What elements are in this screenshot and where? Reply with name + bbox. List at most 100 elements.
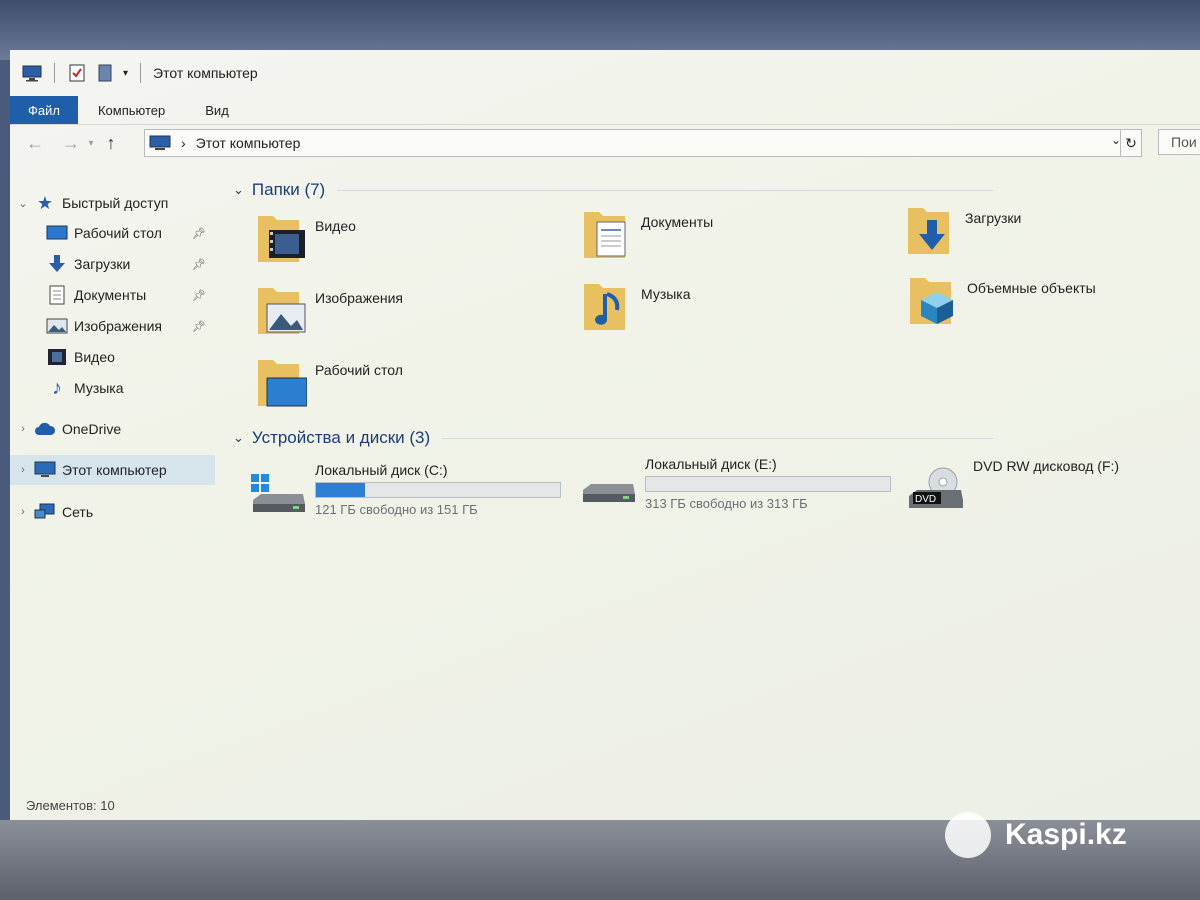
quick-access-toolbar: ▾ [22, 63, 145, 83]
drive-free-space: 121 ГБ свободно из 151 ГБ [315, 502, 478, 517]
drive-usage-bar [645, 476, 891, 492]
computer-icon [34, 461, 56, 479]
nav-label: Рабочий стол [74, 225, 162, 241]
folders-group-header[interactable]: ⌄ Папки (7) [233, 180, 993, 200]
star-icon: ★ [36, 192, 54, 213]
nav-item-videos[interactable]: Видео [10, 342, 215, 372]
downloads-icon [46, 255, 68, 273]
nav-label: Изображения [74, 318, 162, 334]
title-bar: ▾ Этот компьютер [10, 50, 1200, 96]
computer-icon[interactable] [22, 64, 42, 82]
nav-this-pc[interactable]: › Этот компьютер [10, 455, 215, 485]
toolbar-separator [54, 63, 55, 83]
nav-label: OneDrive [62, 421, 122, 437]
folder-music[interactable]: Музыка [581, 280, 691, 334]
expand-chevron-icon[interactable]: › [16, 423, 30, 435]
folder-3d-objects[interactable]: Объемные объекты [907, 274, 1096, 328]
pin-icon[interactable]: 📌︎ [192, 227, 206, 240]
nav-item-downloads[interactable]: Загрузки 📌︎ [10, 249, 215, 279]
refresh-icon[interactable]: ↻ [1120, 130, 1141, 156]
dvd-drive-icon [909, 467, 963, 508]
toolbar-separator [140, 63, 142, 83]
collapse-chevron-icon[interactable]: ⌄ [233, 430, 244, 446]
folder-label: Изображения [315, 290, 403, 306]
back-button[interactable]: ← [22, 130, 48, 156]
nav-network[interactable]: › Сеть [10, 497, 215, 527]
3d-objects-folder-icon [910, 278, 953, 324]
search-input[interactable]: Пои [1158, 129, 1200, 155]
expand-chevron-icon[interactable]: › [16, 464, 30, 476]
expand-chevron-icon[interactable]: › [16, 506, 30, 518]
folder-label: Загрузки [965, 210, 1022, 226]
folder-pictures[interactable]: Изображения [255, 284, 403, 338]
nav-item-desktop[interactable]: Рабочий стол 📌︎ [10, 218, 215, 248]
dvd-badge: DVD [915, 494, 937, 505]
tab-computer[interactable]: Компьютер [78, 96, 185, 124]
nav-label: Сеть [62, 504, 94, 520]
drive-e[interactable]: Локальный диск (E:) 313 ГБ свободно из 3… [579, 456, 899, 516]
group-divider [337, 189, 993, 191]
file-explorer-window: ▾ Этот компьютер Файл Компьютер Вид ← → … [10, 50, 1200, 822]
nav-item-pictures[interactable]: Изображения 📌︎ [10, 311, 215, 341]
pin-icon[interactable]: 📌︎ [192, 258, 206, 271]
properties-icon[interactable] [67, 64, 87, 82]
drive-name: Локальный диск (C:) [315, 462, 448, 478]
drive-free-space: 313 ГБ свободно из 313 ГБ [645, 496, 808, 511]
folder-downloads[interactable]: Загрузки [905, 204, 1021, 258]
breadcrumb-chevron-icon[interactable]: › [181, 135, 186, 151]
nav-label: Этот компьютер [62, 462, 167, 478]
drive-icon [583, 484, 635, 502]
nav-label: Музыка [74, 380, 124, 396]
nav-quick-access[interactable]: ⌄ ★ Быстрый доступ [10, 188, 215, 218]
computer-icon [149, 135, 171, 150]
navigation-pane: ⌄ ★ Быстрый доступ Рабочий стол 📌︎ Загру… [10, 180, 215, 780]
group-divider [442, 437, 993, 439]
pictures-folder-icon [258, 288, 306, 334]
drive-f[interactable]: DVD DVD RW дисковод (F:) [907, 458, 1200, 518]
folder-videos[interactable]: Видео [255, 212, 356, 266]
windows-drive-icon [251, 474, 305, 512]
videos-icon [46, 348, 68, 366]
folder-label: Документы [641, 214, 714, 230]
drive-c[interactable]: Локальный диск (C:) 121 ГБ свободно из 1… [249, 462, 569, 522]
breadcrumb-this-pc[interactable]: Этот компьютер [196, 135, 301, 151]
nav-item-documents[interactable]: Документы 📌︎ [10, 280, 215, 310]
expand-chevron-icon[interactable]: ⌄ [16, 197, 30, 210]
drive-usage-fill [316, 483, 365, 497]
kaspi-watermark: Kaspi.kz [945, 812, 1127, 858]
devices-group-header[interactable]: ⌄ Устройства и диски (3) [233, 428, 993, 448]
customize-toolbar-chevron-icon[interactable]: ▾ [123, 68, 128, 79]
address-bar[interactable]: › Этот компьютер ⌄ ↻ [144, 129, 1142, 157]
nav-label: Быстрый доступ [62, 195, 169, 211]
address-row: ← → ▾ ↑ › Этот компьютер ⌄ ↻ Пои [10, 124, 1200, 162]
folder-documents[interactable]: Документы [581, 208, 713, 262]
downloads-folder-icon [908, 208, 949, 254]
nav-item-music[interactable]: ♪ Музыка [10, 373, 215, 403]
drive-name: Локальный диск (E:) [645, 456, 777, 472]
music-icon: ♪ [52, 376, 62, 399]
collapse-chevron-icon[interactable]: ⌄ [233, 182, 244, 198]
nav-onedrive[interactable]: › OneDrive [10, 414, 215, 444]
tab-file[interactable]: Файл [10, 96, 78, 124]
nav-label: Загрузки [74, 256, 131, 272]
tab-view[interactable]: Вид [185, 96, 249, 124]
recent-locations-chevron-icon[interactable]: ▾ [84, 130, 98, 156]
pictures-icon [46, 317, 68, 335]
ribbon-tabs: Файл Компьютер Вид [10, 96, 1200, 125]
nav-label: Видео [74, 349, 115, 365]
status-bar-item-count: Элементов: 10 [26, 798, 115, 813]
network-icon [34, 503, 56, 521]
pin-icon[interactable]: 📌︎ [192, 289, 206, 302]
forward-button[interactable]: → [58, 130, 84, 156]
new-folder-icon[interactable] [95, 64, 115, 82]
up-button[interactable]: ↑ [98, 130, 124, 156]
pin-icon[interactable]: 📌︎ [192, 320, 206, 333]
folder-label: Объемные объекты [967, 280, 1096, 296]
group-title: Устройства и диски (3) [251, 428, 431, 447]
folder-desktop[interactable]: Рабочий стол [255, 356, 403, 410]
cloud-icon [34, 420, 56, 438]
group-title: Папки (7) [251, 180, 326, 199]
nav-label: Документы [74, 287, 147, 303]
videos-folder-icon [258, 216, 305, 262]
drive-usage-bar [315, 482, 561, 498]
